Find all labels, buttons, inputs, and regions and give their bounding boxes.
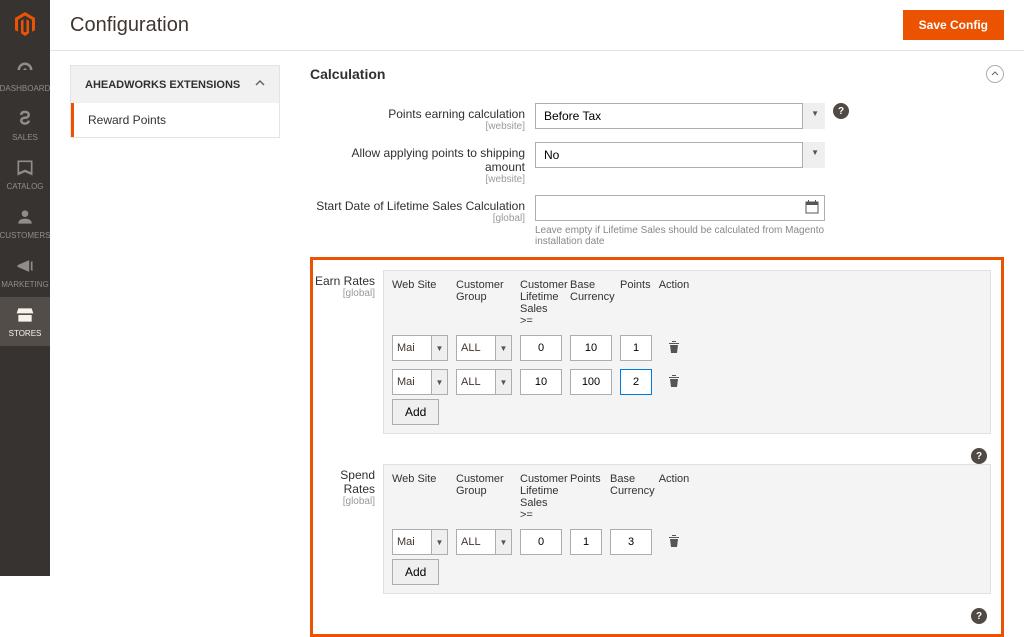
field-label: Start Date of Lifetime Sales Calculation… bbox=[310, 195, 535, 224]
page-header: Configuration Save Config bbox=[50, 0, 1024, 51]
field-note: Leave empty if Lifetime Sales should be … bbox=[535, 225, 825, 247]
lifetime-sales-input[interactable] bbox=[520, 335, 562, 361]
calendar-icon[interactable] bbox=[805, 200, 819, 217]
spend-rate-row: Mai▼ ALL▼ bbox=[392, 529, 982, 555]
delete-row-icon[interactable] bbox=[668, 534, 680, 551]
field-label: Allow applying points to shipping amount… bbox=[310, 142, 535, 185]
nav-sales[interactable]: SALES bbox=[0, 101, 50, 150]
config-main: Calculation Points earning calculation [… bbox=[310, 65, 1004, 637]
lifetime-sales-input[interactable] bbox=[520, 529, 562, 555]
help-icon[interactable]: ? bbox=[971, 448, 987, 464]
save-config-button[interactable]: Save Config bbox=[903, 10, 1004, 40]
chevron-up-icon bbox=[255, 78, 265, 91]
base-currency-input[interactable] bbox=[570, 369, 612, 395]
points-input[interactable] bbox=[570, 529, 602, 555]
field-label: Points earning calculation [website] bbox=[310, 103, 535, 132]
base-currency-input[interactable] bbox=[570, 335, 612, 361]
earn-rates-table: Web Site Customer Group Customer Lifetim… bbox=[383, 270, 991, 434]
spend-rates-table: Web Site Customer Group Customer Lifetim… bbox=[383, 464, 991, 594]
shipping-select[interactable] bbox=[535, 142, 825, 168]
customer-group-select[interactable]: ALL▼ bbox=[456, 335, 512, 361]
earn-rates-header: Web Site Customer Group Customer Lifetim… bbox=[392, 279, 982, 327]
admin-sidebar: DASHBOARD SALES CATALOG CUSTOMERS MARKET… bbox=[0, 0, 50, 576]
start-date-input[interactable] bbox=[535, 195, 825, 221]
nav-stores[interactable]: STORES bbox=[0, 297, 50, 346]
config-nav: AHEADWORKS EXTENSIONS Reward Points bbox=[70, 65, 280, 637]
config-nav-section-label: AHEADWORKS EXTENSIONS bbox=[85, 79, 240, 91]
base-currency-input[interactable] bbox=[610, 529, 652, 555]
nav-marketing[interactable]: MARKETING bbox=[0, 248, 50, 297]
nav-customers[interactable]: CUSTOMERS bbox=[0, 199, 50, 248]
nav-customers-label: CUSTOMERS bbox=[0, 231, 50, 240]
config-nav-section: AHEADWORKS EXTENSIONS Reward Points bbox=[70, 65, 280, 138]
config-nav-item-reward-points[interactable]: Reward Points bbox=[71, 103, 279, 137]
spend-rates-header: Web Site Customer Group Customer Lifetim… bbox=[392, 473, 982, 521]
nav-catalog-label: CATALOG bbox=[6, 182, 43, 191]
website-select[interactable]: Mai▼ bbox=[392, 335, 448, 361]
chevron-down-icon: ▼ bbox=[496, 369, 512, 395]
shipping-select-wrap bbox=[535, 142, 825, 168]
earn-rate-row: Mai▼ ALL▼ bbox=[392, 369, 982, 395]
help-icon[interactable]: ? bbox=[833, 103, 849, 119]
nav-stores-label: STORES bbox=[9, 329, 42, 338]
section-title: Calculation bbox=[310, 66, 986, 82]
collapse-section-button[interactable] bbox=[986, 65, 1004, 83]
delete-row-icon[interactable] bbox=[668, 374, 680, 391]
spend-rates-section: Spend Rates [global] Web Site Customer G… bbox=[313, 464, 991, 594]
points-input[interactable] bbox=[620, 335, 652, 361]
nav-marketing-label: MARKETING bbox=[1, 280, 49, 289]
nav-dashboard[interactable]: DASHBOARD bbox=[0, 52, 50, 101]
earn-rates-section: Earn Rates [global] Web Site Customer Gr… bbox=[313, 270, 991, 434]
add-spend-rate-button[interactable]: Add bbox=[392, 559, 439, 585]
points-calc-select[interactable] bbox=[535, 103, 825, 129]
field-shipping: Allow applying points to shipping amount… bbox=[310, 142, 1004, 185]
points-calc-select-wrap bbox=[535, 103, 825, 129]
field-start-date: Start Date of Lifetime Sales Calculation… bbox=[310, 195, 1004, 247]
rates-highlight-box: Earn Rates [global] Web Site Customer Gr… bbox=[310, 257, 1004, 637]
help-icon[interactable]: ? bbox=[971, 608, 987, 624]
config-nav-section-header[interactable]: AHEADWORKS EXTENSIONS bbox=[71, 66, 279, 103]
website-select[interactable]: Mai▼ bbox=[392, 529, 448, 555]
customer-group-select[interactable]: ALL▼ bbox=[456, 529, 512, 555]
chevron-down-icon: ▼ bbox=[496, 529, 512, 555]
delete-row-icon[interactable] bbox=[668, 340, 680, 357]
points-input[interactable] bbox=[620, 369, 652, 395]
chevron-down-icon: ▼ bbox=[496, 335, 512, 361]
earn-rates-label: Earn Rates [global] bbox=[313, 270, 383, 299]
spend-rates-label: Spend Rates [global] bbox=[313, 464, 383, 507]
add-earn-rate-button[interactable]: Add bbox=[392, 399, 439, 425]
section-header: Calculation bbox=[310, 65, 1004, 83]
page-title: Configuration bbox=[70, 14, 903, 37]
start-date-control: Leave empty if Lifetime Sales should be … bbox=[535, 195, 825, 247]
earn-rate-row: Mai▼ ALL▼ bbox=[392, 335, 982, 361]
magento-logo bbox=[13, 12, 37, 36]
nav-dashboard-label: DASHBOARD bbox=[0, 84, 50, 93]
nav-sales-label: SALES bbox=[12, 133, 38, 142]
field-points-calculation: Points earning calculation [website] ? bbox=[310, 103, 1004, 132]
nav-catalog[interactable]: CATALOG bbox=[0, 150, 50, 199]
page-content: AHEADWORKS EXTENSIONS Reward Points Calc… bbox=[50, 51, 1024, 637]
chevron-down-icon: ▼ bbox=[432, 529, 448, 555]
customer-group-select[interactable]: ALL▼ bbox=[456, 369, 512, 395]
website-select[interactable]: Mai▼ bbox=[392, 369, 448, 395]
lifetime-sales-input[interactable] bbox=[520, 369, 562, 395]
chevron-down-icon: ▼ bbox=[432, 369, 448, 395]
chevron-down-icon: ▼ bbox=[432, 335, 448, 361]
